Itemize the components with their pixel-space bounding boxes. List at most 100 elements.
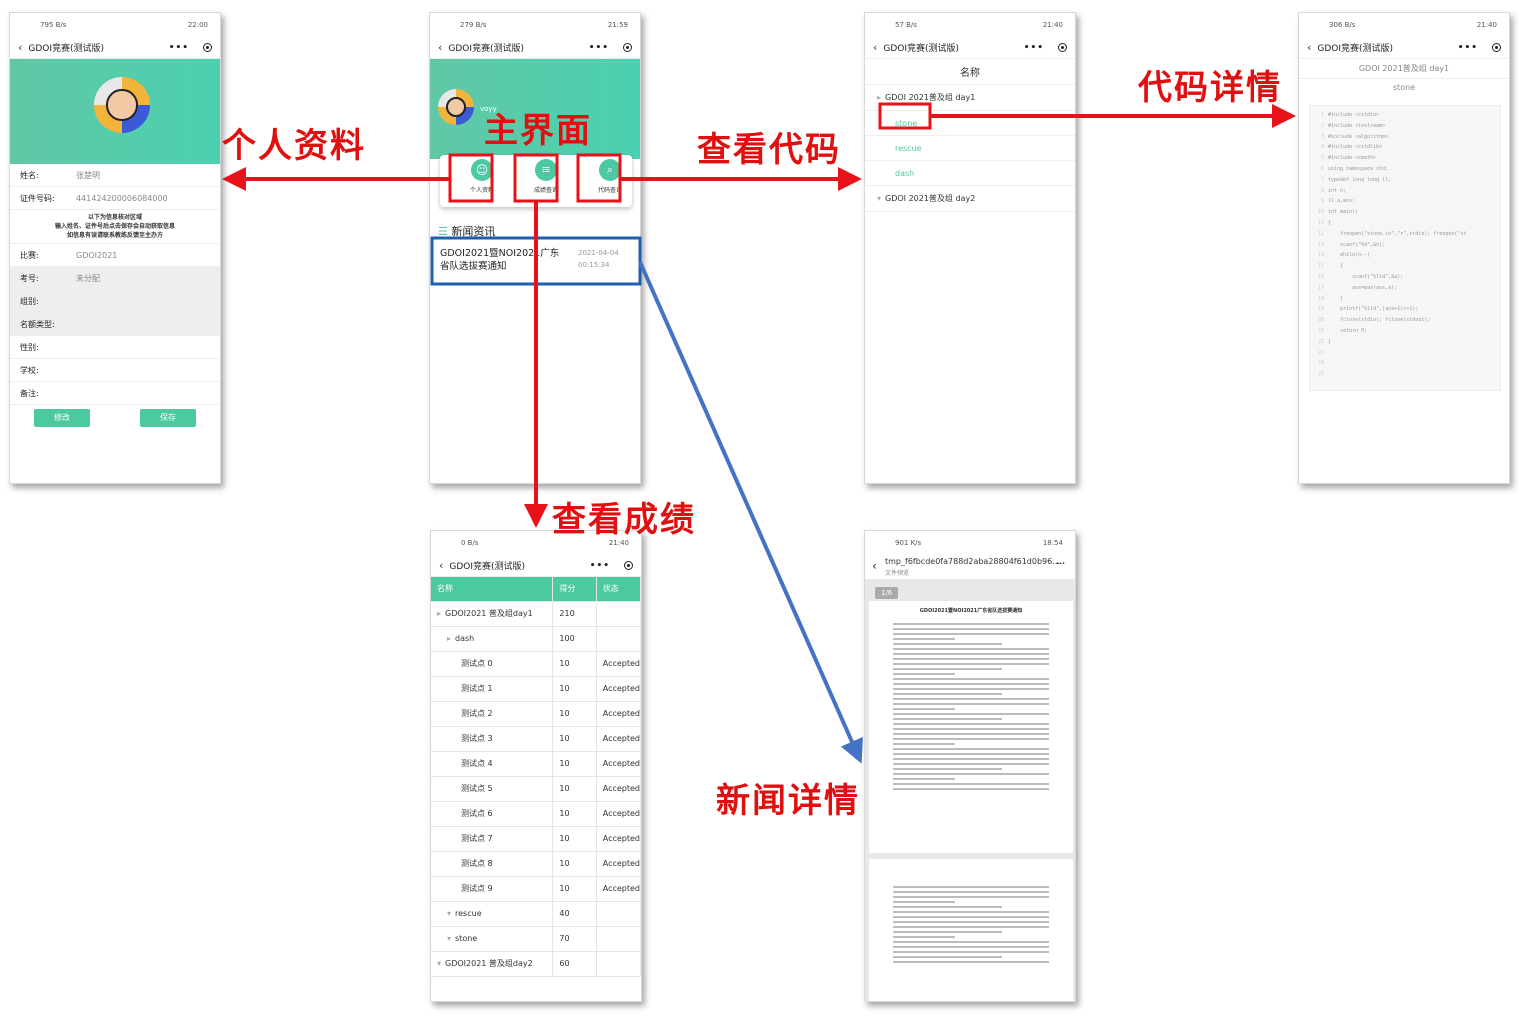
- more-icon[interactable]: •••: [590, 561, 610, 571]
- tree-day1[interactable]: ▸ GDOI 2021普及组 day1: [865, 85, 1075, 111]
- table-row[interactable]: 测试点 4 10 Accepted: [431, 751, 641, 777]
- table-row[interactable]: 测试点 6 10 Accepted: [431, 801, 641, 827]
- close-target-icon[interactable]: [623, 43, 632, 52]
- table-row[interactable]: 测试点 9 10 Accepted: [431, 876, 641, 902]
- problem-dash[interactable]: dash: [865, 161, 1075, 186]
- field-value[interactable]: GDOI2021: [76, 251, 117, 260]
- expand-arrow-icon[interactable]: ▾: [447, 934, 451, 943]
- problem-label: stone: [895, 118, 918, 128]
- code-text: fclose(stdin); fclose(stdout);: [1328, 317, 1431, 324]
- expand-arrow-icon[interactable]: ▸: [447, 634, 451, 643]
- cell-status: Accepted: [596, 776, 641, 802]
- doc-line: [893, 911, 1049, 913]
- doc-line: [893, 936, 956, 938]
- table-row[interactable]: 测试点 8 10 Accepted: [431, 851, 641, 877]
- cell-name: 测试点 6: [431, 801, 554, 827]
- cell-name: 测试点 8: [431, 851, 554, 877]
- line-number: 4: [1320, 144, 1324, 151]
- back-icon[interactable]: ‹: [1307, 41, 1311, 54]
- table-row[interactable]: ▾ rescue 40: [431, 901, 641, 927]
- save-button[interactable]: 保存: [140, 409, 196, 427]
- back-icon[interactable]: ‹: [873, 41, 877, 54]
- field-value[interactable]: 未分配: [76, 273, 100, 284]
- table-row[interactable]: 测试点 1 10 Accepted: [431, 676, 641, 702]
- more-icon[interactable]: •••: [589, 43, 609, 53]
- line-number: 2: [1320, 122, 1324, 129]
- table-row[interactable]: 测试点 2 10 Accepted: [431, 701, 641, 727]
- row-label: stone: [455, 934, 478, 943]
- table-row[interactable]: 测试点 7 10 Accepted: [431, 826, 641, 852]
- line-number: 19: [1317, 306, 1324, 313]
- expand-arrow-icon[interactable]: ▾: [437, 959, 441, 968]
- tree-day2[interactable]: ▾ GDOI 2021普及组 day2: [865, 186, 1075, 212]
- expand-arrow-icon[interactable]: ▾: [447, 909, 451, 918]
- table-row[interactable]: 测试点 0 10 Accepted: [431, 651, 641, 677]
- news-date: 2021-04-04: [578, 249, 619, 257]
- more-icon[interactable]: •••: [169, 43, 189, 53]
- cell-score: 10: [552, 701, 597, 727]
- row-label: dash: [455, 634, 475, 643]
- menu-label: 代码查询: [597, 187, 622, 194]
- field-value[interactable]: 张楚明: [76, 170, 100, 181]
- cell-name: 测试点 0: [431, 651, 554, 677]
- code-text: {: [1328, 219, 1332, 226]
- score-table: 名称 得分 状态 ▸ GDOI2021 普及组day1 210 ▸ dash 100 测试点…: [431, 577, 641, 977]
- header-status: 状态: [596, 577, 641, 602]
- problem-label: dash: [895, 168, 915, 178]
- table-row[interactable]: ▾ stone 70: [431, 926, 641, 952]
- table-row[interactable]: ▾ GDOI2021 普及组day2 60: [431, 951, 641, 977]
- menu-score[interactable]: ≡ 成绩查询: [526, 159, 566, 194]
- line-number: 14: [1317, 252, 1324, 259]
- code-line: 5 #include <cmath>: [1310, 153, 1500, 164]
- table-row[interactable]: 测试点 3 10 Accepted: [431, 726, 641, 752]
- table-row[interactable]: ▸ GDOI2021 普及组day1 210: [431, 601, 641, 627]
- doc-line: [893, 678, 1049, 680]
- problem-rescue[interactable]: rescue: [865, 136, 1075, 161]
- cell-name: 测试点 7: [431, 826, 554, 852]
- row-label: 测试点 5: [461, 784, 493, 793]
- back-icon[interactable]: ‹: [438, 41, 442, 54]
- field-value[interactable]: 441424200006084000: [76, 194, 168, 203]
- close-target-icon[interactable]: [1058, 43, 1067, 52]
- close-target-icon[interactable]: [203, 43, 212, 52]
- profile-fields-info: 比赛: GDOI2021 考号: 未分配 组别: 名额类型: 性别: 学校: 备注:: [10, 244, 220, 405]
- code-line: 20 fclose(stdin); fclose(stdout);: [1310, 315, 1500, 326]
- status-bar: 306 B/s 21:40: [1299, 13, 1509, 37]
- back-icon[interactable]: ‹: [872, 559, 877, 573]
- doc-line: [893, 778, 956, 780]
- menu-code[interactable]: ⌕ 代码查询: [590, 159, 630, 194]
- code-line: 7 typedef long long ll;: [1310, 175, 1500, 186]
- code-line: 18 }: [1310, 294, 1500, 305]
- code-text: scanf("%d",&n);: [1328, 241, 1386, 248]
- close-target-icon[interactable]: [624, 561, 633, 570]
- more-icon[interactable]: •••: [1458, 43, 1478, 53]
- line-number: 21: [1317, 327, 1324, 334]
- line-number: 1: [1320, 112, 1324, 118]
- news-item[interactable]: GDOI2021暨NOI2021广东省队选拔赛通知 2021-04-04 00:…: [440, 247, 636, 283]
- menu-profile[interactable]: ☺ 个人资料: [462, 159, 502, 194]
- cell-status: Accepted: [596, 801, 641, 827]
- back-icon[interactable]: ‹: [18, 41, 22, 54]
- table-row[interactable]: 测试点 5 10 Accepted: [431, 776, 641, 802]
- row-label: GDOI2021 普及组day2: [445, 959, 533, 968]
- edit-button[interactable]: 修改: [34, 409, 90, 427]
- row-label: 测试点 4: [461, 759, 493, 768]
- expand-arrow-icon[interactable]: ▸: [437, 609, 441, 618]
- problem-stone[interactable]: stone: [865, 111, 1075, 136]
- code-text: printf("%lld",(ans+1)>>1);: [1328, 306, 1419, 313]
- doc-line: [893, 961, 1049, 963]
- info-row: 学校:: [10, 359, 220, 382]
- cell-score: 10: [552, 776, 597, 802]
- cell-status: Accepted: [596, 851, 641, 877]
- back-icon[interactable]: ‹: [439, 559, 443, 572]
- more-icon[interactable]: ···: [1056, 559, 1065, 568]
- more-icon[interactable]: •••: [1024, 43, 1044, 53]
- code-block: 1 #include <cstdio> 2 #include <iostream> 3 #…: [1309, 105, 1501, 391]
- file-name: tmp_f6fbcde0fa788d2aba28804f61d0b96...: [885, 557, 1060, 566]
- field-label: 性别:: [20, 342, 39, 352]
- close-target-icon[interactable]: [1492, 43, 1501, 52]
- table-row[interactable]: ▸ dash 100: [431, 626, 641, 652]
- doc-line: [893, 683, 1049, 685]
- title-bar: ‹ GDOI竞赛(测试版) •••: [865, 37, 1075, 59]
- doc-line: [893, 753, 1049, 755]
